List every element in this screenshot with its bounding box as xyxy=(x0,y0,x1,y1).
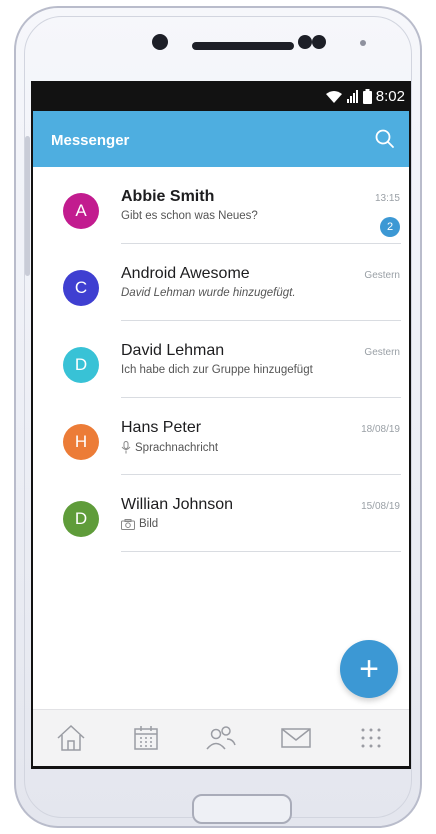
conversation-row[interactable]: D David Lehman Ich habe dich zur Gruppe … xyxy=(33,321,409,398)
conversation-row[interactable]: A Abbie Smith Gibt es schon was Neues? 1… xyxy=(33,167,409,244)
preview-text: Ich habe dich zur Gruppe hinzugefügt xyxy=(121,364,313,376)
contact-name: Willian Johnson xyxy=(121,496,234,513)
avatar: D xyxy=(63,501,99,537)
preview-text: David Lehman wurde hinzugefügt. xyxy=(121,287,296,299)
search-icon[interactable] xyxy=(373,127,397,151)
conversation-list: A Abbie Smith Gibt es schon was Neues? 1… xyxy=(33,167,409,709)
contact-name: Hans Peter xyxy=(121,419,202,436)
wifi-icon xyxy=(325,90,342,103)
camera-icon xyxy=(121,518,135,530)
message-time: 15/08/19 xyxy=(361,501,400,512)
microphone-icon xyxy=(121,441,131,454)
nav-apps[interactable] xyxy=(351,718,391,758)
plus-icon: + xyxy=(359,649,379,688)
message-time: Gestern xyxy=(364,270,400,281)
message-preview: Gibt es schon was Neues? xyxy=(121,210,258,222)
message-time: 18/08/19 xyxy=(361,424,400,435)
preview-text: Bild xyxy=(139,518,159,530)
status-bar: 8:02 xyxy=(31,81,411,111)
message-time: 13:15 xyxy=(374,193,400,204)
sensor-dot xyxy=(312,35,326,49)
row-divider xyxy=(121,551,401,552)
apps-grid-icon xyxy=(361,728,381,748)
preview-text: Sprachnachricht xyxy=(135,441,219,454)
conversation-row[interactable]: C Android Awesome David Lehman wurde hin… xyxy=(33,244,409,321)
message-preview: Sprachnachricht xyxy=(121,441,218,454)
nav-home[interactable] xyxy=(51,718,91,758)
calendar-icon xyxy=(134,726,158,750)
sensor-dot xyxy=(298,35,312,49)
home-hardware-button[interactable] xyxy=(192,794,292,824)
avatar: D xyxy=(63,347,99,383)
contact-name: Abbie Smith xyxy=(121,188,215,205)
avatar: A xyxy=(63,193,99,229)
message-preview: Ich habe dich zur Gruppe hinzugefügt xyxy=(121,364,313,376)
signal-icon xyxy=(346,89,358,103)
avatar-initial: D xyxy=(74,355,88,374)
app-bar: Messenger xyxy=(33,111,409,167)
contact-name: Android Awesome xyxy=(121,265,250,282)
message-preview: Bild xyxy=(121,518,158,530)
preview-text: Gibt es schon was Neues? xyxy=(121,210,258,222)
new-message-fab[interactable]: + xyxy=(340,640,398,698)
bottom-navigation xyxy=(33,709,409,766)
unread-badge: 2 xyxy=(380,217,400,237)
nav-contacts[interactable] xyxy=(201,718,241,758)
battery-icon xyxy=(362,89,372,104)
nav-calendar[interactable] xyxy=(126,718,166,758)
side-button xyxy=(25,136,30,276)
avatar-initial: A xyxy=(75,201,87,220)
message-preview: David Lehman wurde hinzugefügt. xyxy=(121,287,296,299)
front-camera xyxy=(152,34,168,50)
avatar-initial: D xyxy=(74,509,88,528)
contacts-icon xyxy=(206,726,236,750)
contact-name: David Lehman xyxy=(121,342,225,359)
avatar-initial: H xyxy=(74,432,88,451)
nav-mail[interactable] xyxy=(276,718,316,758)
avatar: C xyxy=(63,270,99,306)
earpiece-speaker xyxy=(192,42,294,50)
avatar: H xyxy=(63,424,99,460)
home-icon xyxy=(57,724,85,751)
screen: 8:02 Messenger A Abbie Smith Gibt es sch… xyxy=(31,81,411,769)
conversation-row[interactable]: H Hans Peter Sprachnachricht 18/08/19 xyxy=(33,398,409,475)
status-time: 8:02 xyxy=(375,88,405,105)
app-title: Messenger xyxy=(51,132,130,149)
proximity-sensor xyxy=(360,40,366,46)
conversation-row[interactable]: D Willian Johnson Bild 15/08/19 xyxy=(33,475,409,552)
avatar-initial: C xyxy=(74,278,88,297)
message-time: Gestern xyxy=(364,347,400,358)
mail-icon xyxy=(281,728,311,748)
